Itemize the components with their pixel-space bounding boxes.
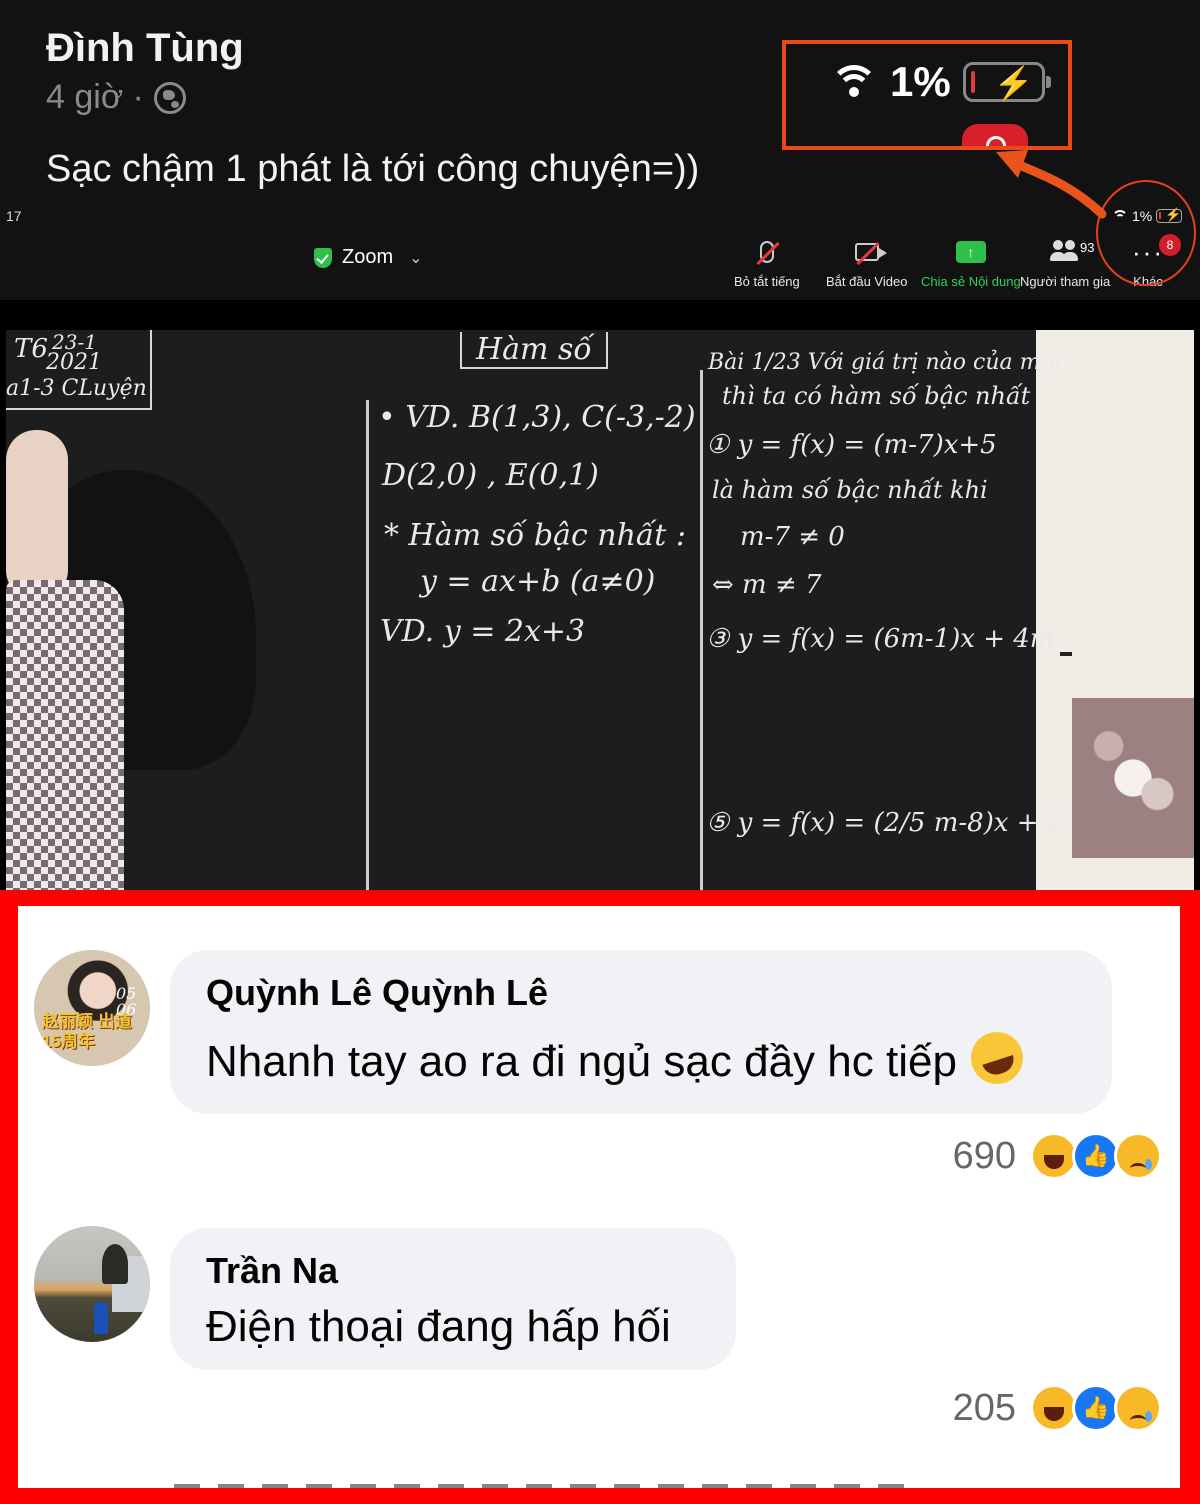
flower-decoration-image xyxy=(1072,698,1194,858)
comment-reactions[interactable]: 205 👍 xyxy=(953,1384,1162,1432)
reaction-count: 205 xyxy=(952,1386,1016,1429)
comment-text: Nhanh tay ao ra đi ngủ sạc đầy hc tiếp xyxy=(206,1025,1076,1091)
record-icon xyxy=(962,124,1028,146)
comments-panel: 赵丽颖 出道15周年 05 06 Quỳnh Lê Quỳnh Lê Nhanh… xyxy=(18,906,1180,1488)
shared-video: T6 23-1 2021 a1-3 CLuyện Hàm số • VD. B(… xyxy=(6,330,1194,890)
chalk-right-line: thì ta có hàm số bậc nhất xyxy=(722,382,1031,410)
reaction-count: 690 xyxy=(952,1134,1016,1177)
teacher-figure xyxy=(6,430,256,890)
board-divider-right xyxy=(700,370,703,890)
participants-label: Người tham gia xyxy=(1020,274,1111,289)
comment-reactions[interactable]: 690 👍 xyxy=(953,1132,1162,1180)
blackboard: T6 23-1 2021 a1-3 CLuyện Hàm số • VD. B(… xyxy=(6,330,1063,890)
callout-status: 1% ⚡ xyxy=(830,58,1051,106)
participants-icon xyxy=(1049,238,1081,266)
sad-reaction-icon xyxy=(1114,1384,1162,1432)
avatar[interactable]: 赵丽颖 出道15周年 05 06 xyxy=(34,950,150,1066)
comment-bubble: Trần Na Điện thoại đang hấp hối xyxy=(170,1228,736,1370)
chalk-center-line: VD. y = 2x+3 xyxy=(380,614,586,649)
annotation-arrow xyxy=(996,150,1107,219)
mute-label: Bỏ tắt tiếng xyxy=(734,274,800,289)
post-meta: 4 giờ · xyxy=(46,78,186,117)
like-reaction-icon: 👍 xyxy=(1072,1132,1120,1180)
comments-frame: 赵丽颖 出道15周年 05 06 Quỳnh Lê Quỳnh Lê Nhanh… xyxy=(0,890,1200,1504)
wifi-icon xyxy=(830,65,878,99)
cropped-next-comment xyxy=(174,1484,914,1488)
comment-bubble: Quỳnh Lê Quỳnh Lê Nhanh tay ao ra đi ngủ… xyxy=(170,950,1112,1114)
battery-percent: 1% xyxy=(890,58,951,105)
chalk-right-line: là hàm số bậc nhất khi xyxy=(712,476,988,504)
share-label: Chia sẻ Nội dung xyxy=(921,274,1021,289)
share-content-button[interactable]: ↑ Chia sẻ Nội dung xyxy=(921,238,1021,289)
like-reaction-icon: 👍 xyxy=(1072,1384,1120,1432)
start-video-button[interactable]: Bắt đầu Video xyxy=(826,238,907,289)
battery-callout: 1% ⚡ xyxy=(782,40,1072,150)
chalk-right-line: Bài 1/23 Với giá trị nào của m,n xyxy=(708,350,1062,375)
comment-author[interactable]: Trần Na xyxy=(206,1250,700,1292)
zoom-toolbar: Zoom ⌄ Bỏ tắt tiếng Bắt đầu Video ↑ Chia… xyxy=(0,228,1200,294)
chalk-right-line: m-7 ≠ 0 xyxy=(740,522,845,552)
post-text: Sạc chậm 1 phát là tới công chuyện=)) xyxy=(46,148,700,190)
wall-mark xyxy=(1060,652,1072,656)
chalk-date-year: 2021 xyxy=(46,350,102,375)
post-time[interactable]: 4 giờ · xyxy=(46,78,144,117)
share-screen-icon: ↑ xyxy=(955,238,986,266)
video-label: Bắt đầu Video xyxy=(826,274,908,289)
board-divider-left xyxy=(366,400,369,890)
post-author-name[interactable]: Đình Tùng xyxy=(46,26,244,71)
rofl-emoji-icon xyxy=(964,1025,1030,1091)
chalk-right-line: ③ y = f(x) = (6m-1)x + 4m xyxy=(706,624,1055,654)
chalk-date-t6: T6 xyxy=(14,334,48,364)
haha-reaction-icon xyxy=(1030,1132,1078,1180)
comment-text: Điện thoại đang hấp hối xyxy=(206,1302,671,1351)
chalk-right-line: ① y = f(x) = (m-7)x+5 xyxy=(706,430,997,460)
mute-button[interactable]: Bỏ tắt tiếng xyxy=(734,238,800,289)
zoom-title-label: Zoom xyxy=(342,246,394,268)
video-off-icon xyxy=(854,238,887,266)
globe-icon xyxy=(153,81,186,114)
battery-charging-icon: ⚡ xyxy=(962,62,1051,102)
participants-count: 93 xyxy=(1080,240,1095,255)
avatar[interactable] xyxy=(34,1226,150,1342)
shield-check-icon xyxy=(314,247,332,268)
annotation-circle xyxy=(1096,180,1196,286)
chalk-center-line: y = ax+b (a≠0) xyxy=(420,564,656,599)
chalk-right-line: ⑤ y = f(x) = (2/5 m-8)x + 2 xyxy=(706,808,1064,838)
chevron-down-icon: ⌄ xyxy=(409,249,423,267)
chalk-center-title: Hàm số xyxy=(460,332,608,369)
chalk-center-line: * Hàm số bậc nhất : xyxy=(384,518,687,553)
chalk-right-line: ⇔ m ≠ 7 xyxy=(712,570,822,600)
sad-reaction-icon xyxy=(1114,1132,1162,1180)
chalk-class: a1-3 CLuyện xyxy=(6,376,147,401)
zoom-meeting-title[interactable]: Zoom ⌄ xyxy=(314,246,423,269)
post-header-section: Đình Tùng 4 giờ · Sạc chậm 1 phát là tới… xyxy=(0,0,1200,300)
chalk-center-line: D(2,0) , E(0,1) xyxy=(382,458,599,493)
mic-off-icon xyxy=(756,238,780,266)
comment-author[interactable]: Quỳnh Lê Quỳnh Lê xyxy=(206,972,1076,1014)
chalk-center-line: • VD. B(1,3), C(-3,-2) xyxy=(378,400,696,435)
avatar-number: 05 06 xyxy=(116,984,137,1019)
haha-reaction-icon xyxy=(1030,1384,1078,1432)
edge-number: 17 xyxy=(6,208,22,224)
